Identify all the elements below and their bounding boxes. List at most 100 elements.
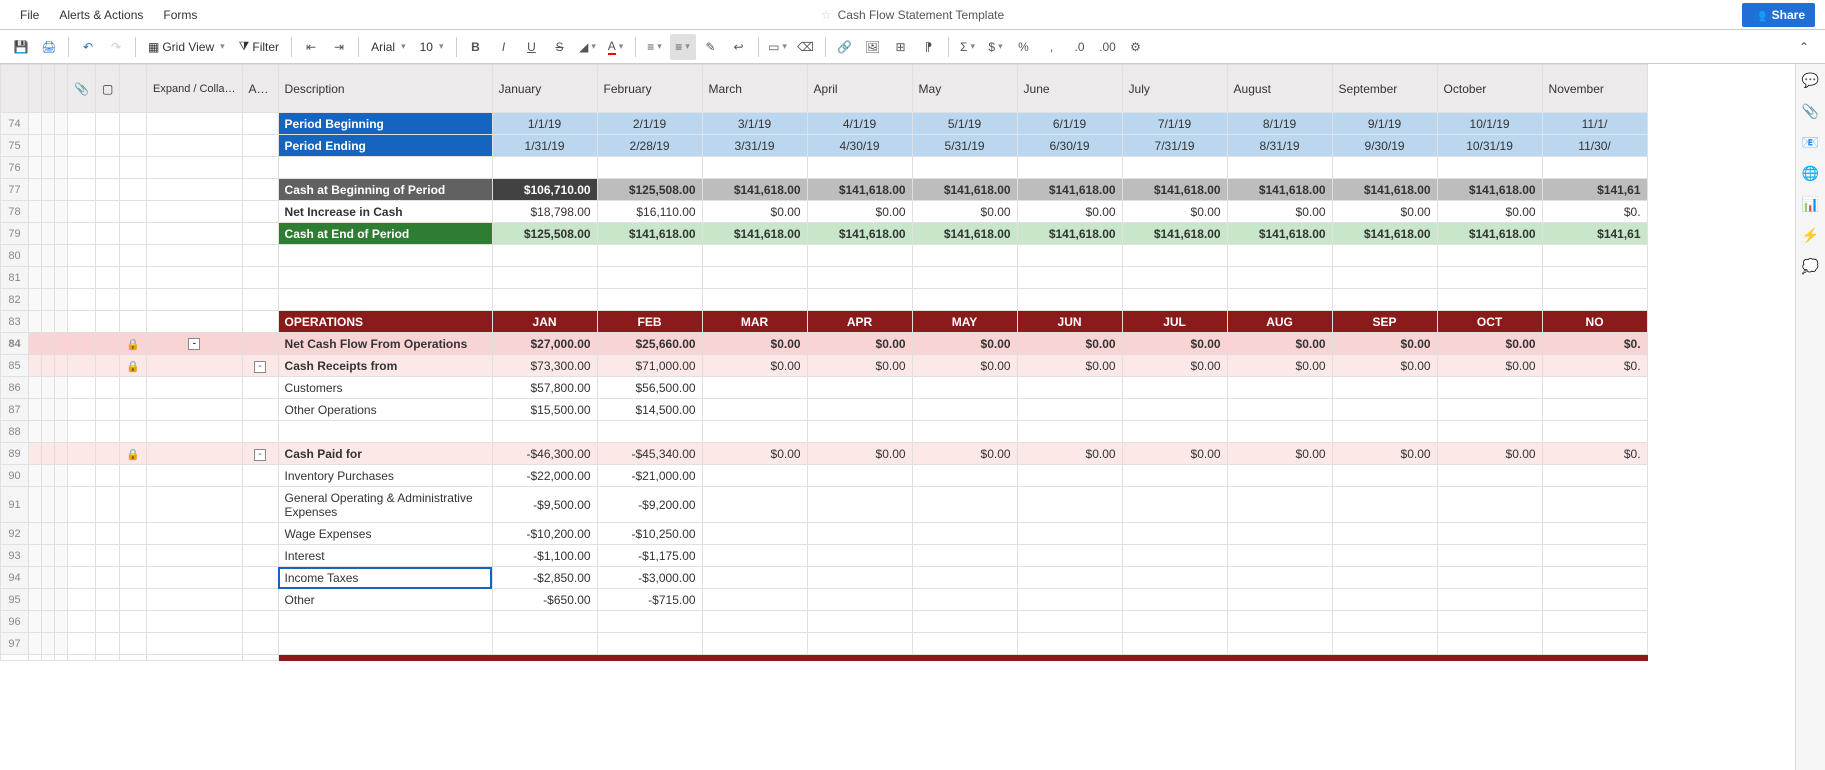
data-cell[interactable]: $0.00 [1122, 355, 1227, 377]
data-cell[interactable] [702, 267, 807, 289]
data-cell[interactable] [1017, 633, 1122, 655]
data-cell[interactable]: $0. [1542, 201, 1647, 223]
data-cell[interactable] [1017, 377, 1122, 399]
data-cell[interactable] [1122, 399, 1227, 421]
row-number[interactable]: 92 [1, 523, 29, 545]
data-cell[interactable]: $15,500.00 [492, 399, 597, 421]
symbols-icon[interactable]: ⁋ [916, 34, 942, 60]
row-number[interactable]: 83 [1, 311, 29, 333]
description-cell[interactable]: Income Taxes [278, 567, 492, 589]
data-cell[interactable]: $141,618.00 [1437, 179, 1542, 201]
data-cell[interactable] [912, 655, 1017, 661]
data-cell[interactable] [702, 567, 807, 589]
data-cell[interactable] [1542, 267, 1647, 289]
data-cell[interactable]: $141,618.00 [1227, 179, 1332, 201]
data-cell[interactable] [1332, 289, 1437, 311]
data-cell[interactable]: $25,660.00 [597, 333, 702, 355]
data-cell[interactable] [1122, 289, 1227, 311]
data-cell[interactable] [1227, 157, 1332, 179]
description-cell[interactable]: Cash at End of Period [278, 223, 492, 245]
description-cell[interactable]: Period Ending [278, 135, 492, 157]
data-cell[interactable] [1437, 487, 1542, 523]
data-cell[interactable]: MAR [702, 311, 807, 333]
row-number[interactable]: 85 [1, 355, 29, 377]
data-cell[interactable] [1542, 523, 1647, 545]
data-cell[interactable]: $0.00 [1017, 355, 1122, 377]
row-number[interactable]: 94 [1, 567, 29, 589]
data-cell[interactable] [1332, 377, 1437, 399]
data-cell[interactable] [1017, 523, 1122, 545]
data-cell[interactable] [912, 399, 1017, 421]
data-cell[interactable] [1227, 421, 1332, 443]
decimal-inc-icon[interactable]: .00 [1095, 34, 1121, 60]
data-cell[interactable] [1122, 567, 1227, 589]
data-cell[interactable] [912, 567, 1017, 589]
data-cell[interactable]: $141,618.00 [807, 179, 912, 201]
font-size-dropdown[interactable]: 10 [414, 40, 450, 54]
data-cell[interactable] [1542, 245, 1647, 267]
data-cell[interactable]: 6/30/19 [1017, 135, 1122, 157]
month-col-header[interactable]: July [1122, 65, 1227, 113]
data-cell[interactable] [807, 633, 912, 655]
a-col-header[interactable]: A… [242, 65, 278, 113]
data-cell[interactable]: 3/31/19 [702, 135, 807, 157]
month-col-header[interactable]: May [912, 65, 1017, 113]
data-cell[interactable] [492, 157, 597, 179]
data-cell[interactable] [492, 633, 597, 655]
data-cell[interactable]: $141,61 [1542, 223, 1647, 245]
data-cell[interactable] [1542, 545, 1647, 567]
row-number[interactable]: 80 [1, 245, 29, 267]
data-cell[interactable]: -$21,000.00 [597, 465, 702, 487]
data-cell[interactable] [807, 589, 912, 611]
description-cell[interactable]: Net Increase in Cash [278, 201, 492, 223]
data-cell[interactable] [492, 267, 597, 289]
data-cell[interactable] [912, 267, 1017, 289]
strikethrough-icon[interactable]: S [547, 34, 573, 60]
data-cell[interactable]: $141,618.00 [597, 223, 702, 245]
data-cell[interactable]: $71,000.00 [597, 355, 702, 377]
data-cell[interactable] [807, 267, 912, 289]
description-cell[interactable] [278, 157, 492, 179]
data-cell[interactable] [702, 245, 807, 267]
data-cell[interactable]: $0.00 [1122, 443, 1227, 465]
data-cell[interactable] [1227, 567, 1332, 589]
undo-icon[interactable]: ↶ [75, 34, 101, 60]
data-cell[interactable] [1017, 655, 1122, 661]
expander-icon[interactable]: - [254, 449, 266, 461]
data-cell[interactable] [1122, 267, 1227, 289]
data-cell[interactable] [492, 421, 597, 443]
data-cell[interactable] [702, 377, 807, 399]
data-cell[interactable] [1332, 545, 1437, 567]
data-cell[interactable]: $0.00 [1437, 443, 1542, 465]
data-cell[interactable]: $0. [1542, 333, 1647, 355]
data-cell[interactable]: $141,618.00 [1227, 223, 1332, 245]
data-cell[interactable] [1437, 465, 1542, 487]
data-cell[interactable]: $141,618.00 [807, 223, 912, 245]
data-cell[interactable] [1332, 245, 1437, 267]
bold-icon[interactable]: B [463, 34, 489, 60]
data-cell[interactable]: $0.00 [1122, 333, 1227, 355]
data-cell[interactable] [1122, 377, 1227, 399]
description-cell[interactable]: Cash at Beginning of Period [278, 179, 492, 201]
data-cell[interactable] [1332, 611, 1437, 633]
data-cell[interactable]: $0.00 [1122, 201, 1227, 223]
data-cell[interactable] [912, 611, 1017, 633]
row-number[interactable]: 86 [1, 377, 29, 399]
summary-icon[interactable]: ⚡ [1802, 227, 1819, 244]
data-cell[interactable] [912, 377, 1017, 399]
thousands-icon[interactable]: , [1039, 34, 1065, 60]
data-cell[interactable] [1227, 545, 1332, 567]
data-cell[interactable] [702, 589, 807, 611]
link-icon[interactable]: 🔗 [832, 34, 858, 60]
data-cell[interactable]: 8/1/19 [1227, 113, 1332, 135]
data-cell[interactable] [597, 267, 702, 289]
data-cell[interactable] [492, 245, 597, 267]
data-cell[interactable]: $0.00 [1332, 355, 1437, 377]
data-cell[interactable]: $0.00 [1437, 355, 1542, 377]
data-cell[interactable] [1437, 267, 1542, 289]
data-cell[interactable] [1017, 157, 1122, 179]
data-cell[interactable]: -$10,200.00 [492, 523, 597, 545]
data-cell[interactable] [1227, 633, 1332, 655]
data-cell[interactable] [597, 245, 702, 267]
data-cell[interactable] [1542, 589, 1647, 611]
